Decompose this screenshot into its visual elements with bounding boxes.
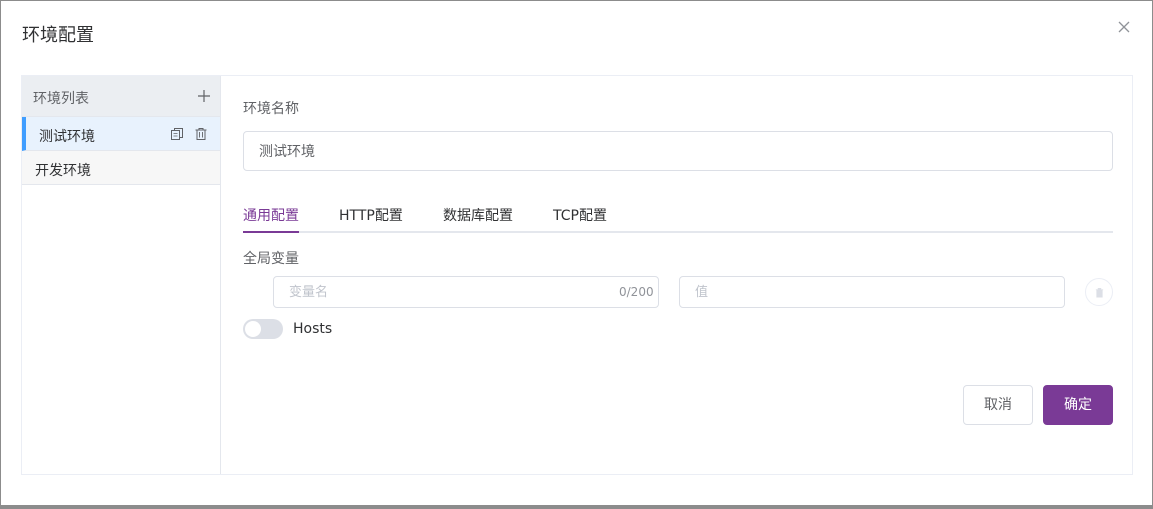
env-list-title: 环境列表 <box>33 91 89 107</box>
env-item-label: 开发环境 <box>35 163 91 179</box>
delete-var-button[interactable] <box>1085 278 1113 306</box>
dialog-title: 环境配置 <box>22 25 94 46</box>
tab-database[interactable]: 数据库配置 <box>443 205 513 225</box>
tab-general[interactable]: 通用配置 <box>243 205 299 225</box>
hosts-toggle[interactable] <box>243 319 283 339</box>
config-panel: 环境列表 测试环境 开发环境 环境名称 通用 <box>21 75 1133 475</box>
env-config-dialog: 环境配置 环境列表 测试环境 开发环境 环境名称 测试环境 通用配置 HTTP配… <box>1 1 1152 505</box>
env-form: 环境名称 通用配置 HTTP配置 数据库配置 TCP配置 全局变量 0/200 … <box>222 76 1132 474</box>
toggle-knob <box>245 321 261 337</box>
copy-icon[interactable] <box>170 126 184 140</box>
global-vars-label: 全局变量 <box>243 251 299 267</box>
plus-icon[interactable] <box>196 88 212 104</box>
env-sidebar: 环境列表 测试环境 开发环境 <box>22 76 221 474</box>
env-name-input[interactable] <box>243 131 1113 171</box>
var-name-input[interactable] <box>273 276 659 308</box>
trash-icon <box>1095 288 1104 298</box>
config-tabs: 通用配置 HTTP配置 数据库配置 TCP配置 <box>243 201 1113 233</box>
tab-http[interactable]: HTTP配置 <box>339 205 403 225</box>
delete-icon[interactable] <box>194 126 208 140</box>
env-item-label: 测试环境 <box>39 129 95 145</box>
env-name-label: 环境名称 <box>243 101 299 117</box>
tab-tcp[interactable]: TCP配置 <box>553 205 607 225</box>
cancel-button[interactable]: 取消 <box>963 385 1033 425</box>
var-name-counter: 0/200 <box>619 285 654 299</box>
active-tab-indicator <box>243 231 299 233</box>
var-value-input[interactable] <box>679 276 1065 308</box>
hosts-label: Hosts <box>293 321 333 337</box>
close-icon[interactable] <box>1116 19 1132 35</box>
env-item-dev[interactable]: 开发环境 <box>22 151 220 185</box>
confirm-button[interactable]: 确定 <box>1043 385 1113 425</box>
env-item-test[interactable]: 测试环境 <box>22 117 220 151</box>
env-list-header: 环境列表 <box>22 76 220 117</box>
